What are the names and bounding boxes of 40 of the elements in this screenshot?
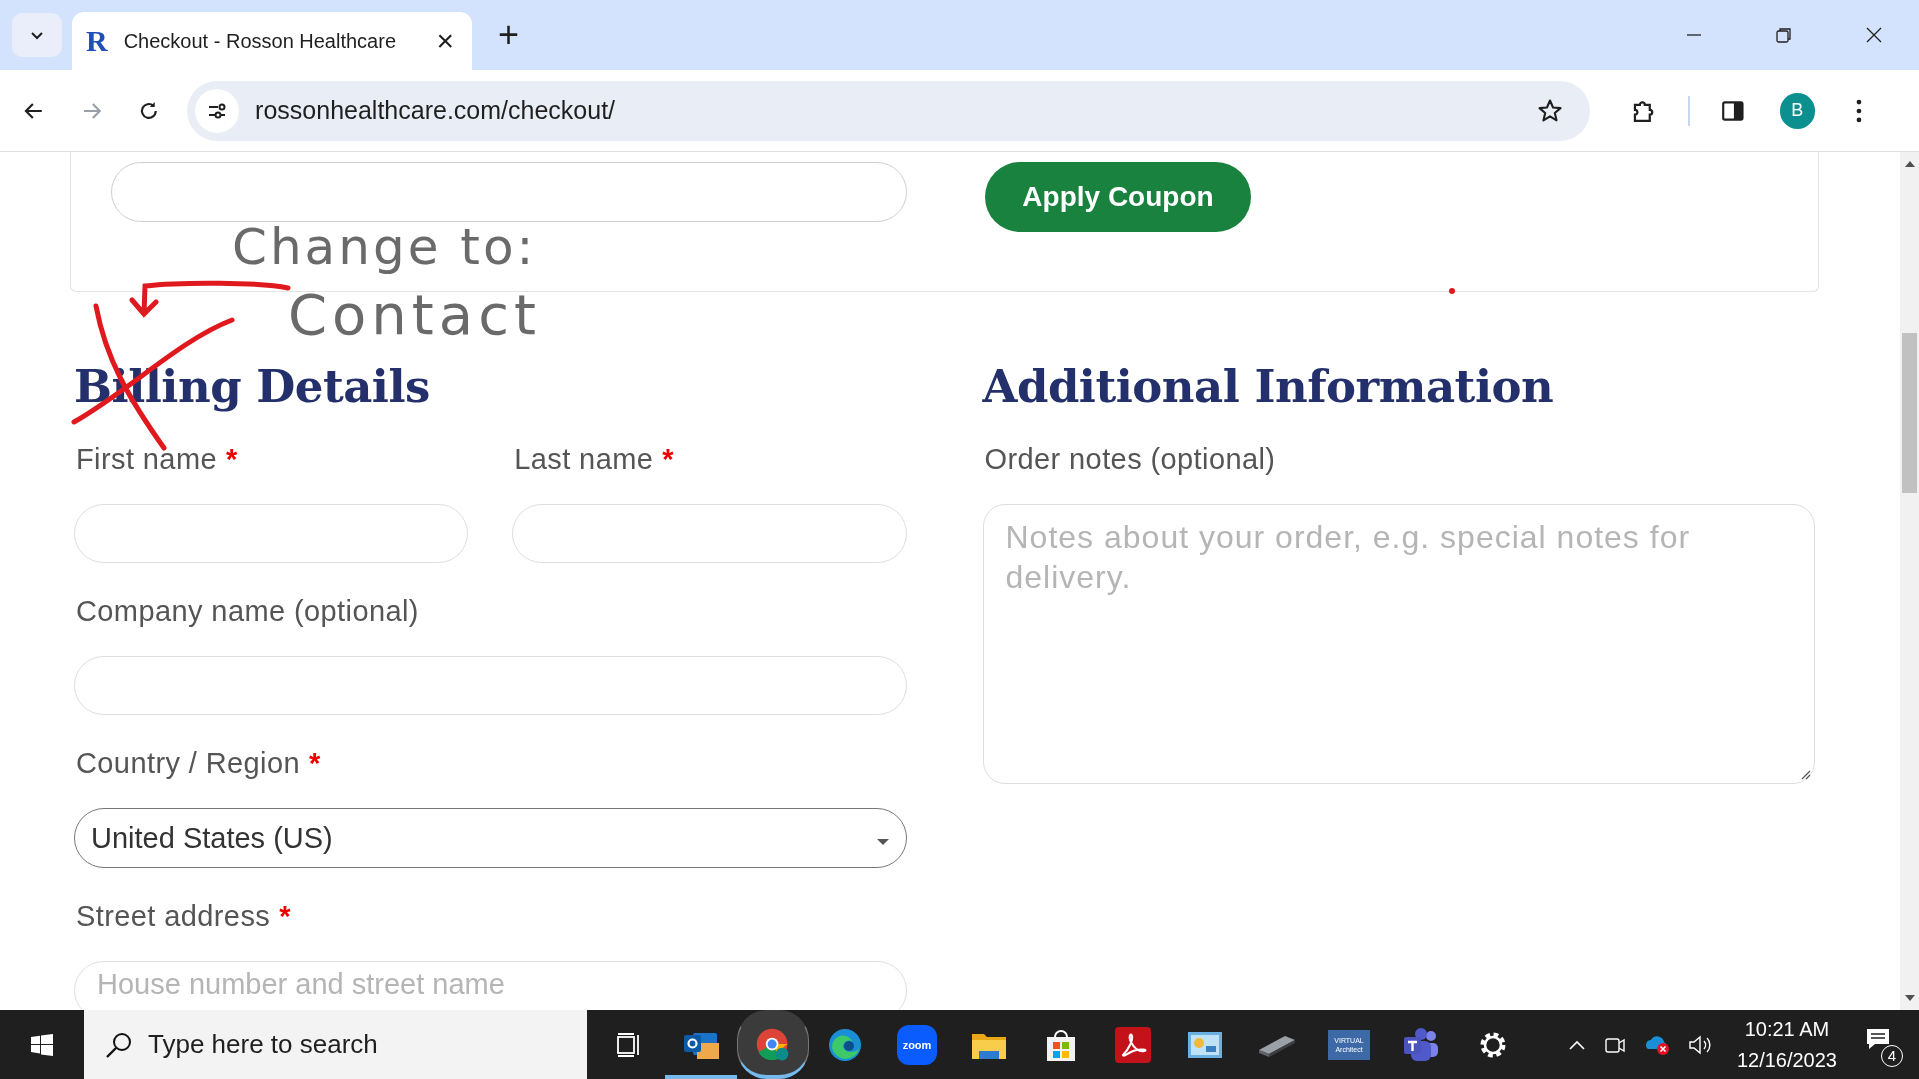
field-label: Order notes (optional) bbox=[984, 443, 1277, 476]
new-tab-button[interactable]: + bbox=[492, 13, 526, 57]
scrollbar-thumb[interactable] bbox=[1902, 333, 1917, 493]
restore-icon[interactable] bbox=[1775, 26, 1793, 44]
scroll-up-icon[interactable] bbox=[1904, 160, 1915, 168]
app-logo-label: zoom bbox=[897, 1024, 937, 1065]
profile-avatar[interactable]: B bbox=[1779, 92, 1816, 129]
caret-icon bbox=[875, 838, 890, 846]
scrollbar[interactable] bbox=[1900, 152, 1919, 1010]
taskbar-search-field[interactable]: Type here to search bbox=[84, 1010, 587, 1079]
scroll-down-icon[interactable] bbox=[1904, 994, 1915, 1002]
handwritten-note: Change to: bbox=[232, 218, 537, 276]
field-label: Country / Region * bbox=[76, 747, 322, 780]
windows-start-icon[interactable] bbox=[30, 1032, 54, 1057]
field-label: Company name (optional) bbox=[76, 595, 420, 628]
notification-button[interactable]: 4 bbox=[1861, 1022, 1903, 1067]
browser-tab[interactable]: R Checkout - Rosson Healthcare × bbox=[72, 12, 472, 70]
apply-coupon-button[interactable]: Apply Coupon bbox=[985, 162, 1251, 232]
message-icon bbox=[1865, 1026, 1891, 1051]
taskbar-app-button[interactable] bbox=[737, 1010, 809, 1079]
document-app-icon bbox=[1113, 1024, 1153, 1065]
chevron-up-icon[interactable] bbox=[1567, 1038, 1586, 1051]
taskbar-app-button[interactable]: zoom bbox=[881, 1010, 953, 1079]
tab-title: Checkout - Rosson Healthcare bbox=[123, 29, 398, 53]
close-tab-button[interactable]: × bbox=[432, 24, 458, 58]
section-heading: Additional Information bbox=[982, 360, 1555, 413]
cloud-error-icon[interactable] bbox=[1643, 1033, 1670, 1056]
resize-handle-icon[interactable] bbox=[1799, 768, 1811, 780]
close-icon[interactable] bbox=[1865, 26, 1883, 44]
site-favicon: R bbox=[86, 24, 108, 58]
ink-dot-mark bbox=[1449, 288, 1455, 294]
field-label: Street address * bbox=[76, 900, 292, 933]
address-bar[interactable]: rossonhealthcare.com/checkout/ bbox=[187, 80, 1591, 141]
menu-icon[interactable] bbox=[1855, 97, 1863, 124]
handwritten-note: Contact bbox=[288, 282, 541, 347]
taskbar-clock[interactable]: 10:21 AM 12/16/2023 bbox=[1736, 1013, 1837, 1076]
url-text: rossonhealthcare.com/checkout/ bbox=[255, 96, 616, 125]
field-label: Last name * bbox=[514, 443, 675, 476]
site-info-icon[interactable] bbox=[195, 88, 240, 133]
field-label: First name * bbox=[76, 443, 239, 476]
